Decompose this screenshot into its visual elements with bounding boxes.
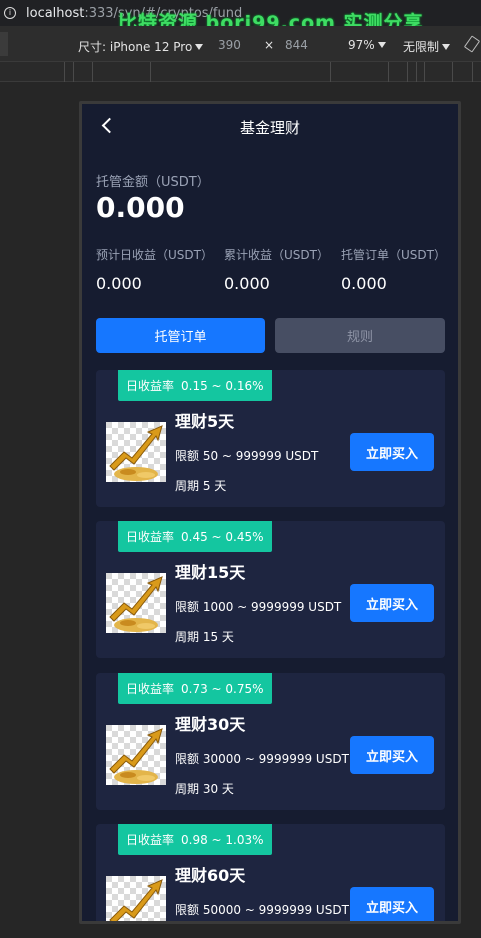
width-input[interactable]: 390 — [218, 38, 241, 52]
yield-range: 0.15 ~ 0.16% — [181, 378, 264, 393]
buy-now-button[interactable]: 立即买入 — [350, 584, 434, 622]
toolbar-grip[interactable] — [0, 32, 8, 56]
yield-range: 0.45 ~ 0.45% — [181, 529, 264, 544]
dimension-separator: × — [264, 38, 275, 52]
chevron-down-icon — [195, 44, 204, 50]
buy-now-button[interactable]: 立即买入 — [350, 736, 434, 774]
buy-now-button[interactable]: 立即买入 — [350, 433, 434, 471]
stat-value-daily: 0.000 — [96, 274, 142, 293]
chevron-down-icon — [377, 42, 386, 48]
fund-page: 基金理财 托管金额（USDT） 0.000 预计日收益（USDT） 累计收益（U… — [82, 104, 458, 921]
yield-label: 日收益率 — [126, 379, 175, 393]
yield-badge: 日收益率 0.45 ~ 0.45% — [118, 521, 272, 552]
zoom-label: 97% — [348, 38, 375, 52]
yield-badge: 日收益率 0.15 ~ 0.16% — [118, 370, 272, 401]
tab-rules[interactable]: 规则 — [275, 318, 445, 353]
yield-badge: 日收益率 0.98 ~ 1.03% — [118, 824, 272, 855]
stat-label-orders: 托管订单（USDT） — [341, 248, 446, 262]
stat-label-daily: 预计日收益（USDT） — [96, 248, 213, 262]
product-thumbnail — [106, 573, 166, 633]
product-card: 日收益率 0.73 ~ 0.75% 理财30天 限额 30000 ~ 999999… — [96, 673, 445, 810]
info-icon[interactable]: i — [4, 7, 16, 19]
product-card: 日收益率 0.15 ~ 0.16% 理财5天 限额 50 ~ 999999 USD… — [96, 370, 445, 507]
yield-range: 0.73 ~ 0.75% — [181, 681, 264, 696]
product-thumbnail — [106, 725, 166, 785]
stat-value-orders: 0.000 — [341, 274, 387, 293]
product-name: 理财60天 — [175, 866, 246, 885]
height-input[interactable]: 844 — [285, 38, 308, 52]
custody-amount-value: 0.000 — [96, 191, 185, 224]
product-thumbnail — [106, 422, 166, 482]
product-limit: 限额 50000 ~ 9999999 USDT — [175, 903, 349, 917]
page-title: 基金理财 — [239, 119, 300, 137]
throttle-select[interactable]: 无限制 — [403, 38, 451, 55]
product-limit: 限额 1000 ~ 9999999 USDT — [175, 600, 342, 614]
product-card: 日收益率 0.98 ~ 1.03% 理财60天 限额 50000 ~ 999999… — [96, 824, 445, 921]
nav-bar: 基金理财 — [82, 104, 458, 150]
stat-label-total: 累计收益（USDT） — [224, 248, 329, 262]
product-card: 日收益率 0.45 ~ 0.45% 理财15天 限额 1000 ~ 9999999… — [96, 521, 445, 658]
throttle-label: 无限制 — [403, 40, 440, 54]
product-name: 理财15天 — [175, 563, 246, 582]
product-period: 周期 5 天 — [175, 479, 227, 493]
yield-label: 日收益率 — [126, 530, 175, 544]
product-period: 周期 15 天 — [175, 630, 234, 644]
custody-amount-label: 托管金额（USDT） — [96, 175, 210, 190]
product-period: 周期 30 天 — [175, 782, 234, 796]
zoom-select[interactable]: 97% — [348, 38, 386, 52]
pen-icon[interactable] — [463, 35, 481, 53]
yield-label: 日收益率 — [126, 833, 175, 847]
product-limit: 限额 50 ~ 999999 USDT — [175, 449, 319, 463]
product-limit: 限额 30000 ~ 9999999 USDT — [175, 752, 349, 766]
device-label: 尺寸: iPhone 12 Pro — [78, 40, 193, 54]
url-host: localhost — [26, 5, 85, 21]
product-thumbnail — [106, 876, 166, 921]
yield-label: 日收益率 — [126, 682, 175, 696]
stat-value-total: 0.000 — [224, 274, 270, 293]
device-toolbar: 尺寸: iPhone 12 Pro 390 × 844 97% 无限制 — [0, 26, 481, 62]
chevron-down-icon — [442, 44, 451, 50]
tab-custody-orders[interactable]: 托管订单 — [96, 318, 265, 353]
device-viewport: 基金理财 托管金额（USDT） 0.000 预计日收益（USDT） 累计收益（U… — [79, 101, 461, 924]
yield-range: 0.98 ~ 1.03% — [181, 832, 264, 847]
buy-now-button[interactable]: 立即买入 — [350, 887, 434, 921]
media-query-ruler[interactable] — [0, 62, 481, 82]
product-name: 理财5天 — [175, 412, 235, 431]
device-select[interactable]: 尺寸: iPhone 12 Pro — [78, 38, 204, 55]
yield-badge: 日收益率 0.73 ~ 0.75% — [118, 673, 272, 704]
product-name: 理财30天 — [175, 715, 246, 734]
